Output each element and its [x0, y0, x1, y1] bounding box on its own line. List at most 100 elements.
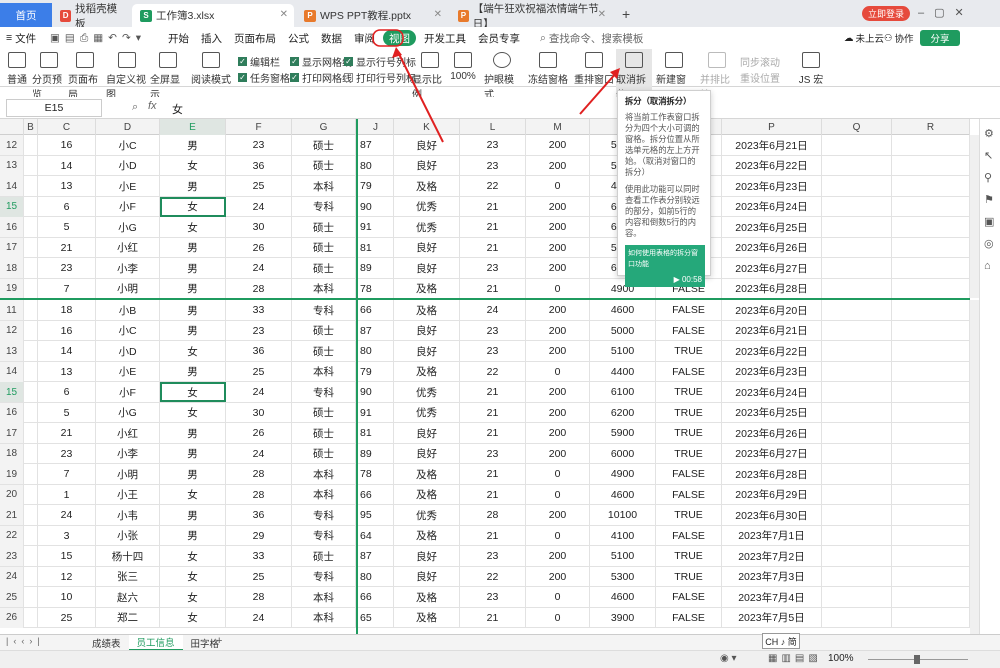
row-number[interactable]: 14 [0, 361, 24, 382]
cell-F[interactable]: 33 [226, 546, 292, 566]
cell-B[interactable] [24, 278, 38, 299]
zoom-slider-thumb[interactable] [914, 655, 920, 664]
cell-D[interactable]: 小G [96, 402, 160, 423]
cell-B[interactable] [24, 320, 38, 341]
cell-E[interactable]: 男 [160, 176, 226, 196]
cell-B[interactable] [24, 237, 38, 258]
cell-R[interactable] [892, 155, 970, 176]
cell-J[interactable]: 79 [358, 361, 394, 382]
cell-C[interactable]: 13 [38, 176, 96, 196]
zoom-level[interactable]: 100% [828, 653, 854, 664]
cell-M[interactable]: 0 [526, 176, 590, 196]
cell-P[interactable]: 2023年6月22日 [722, 155, 822, 176]
cell-F[interactable]: 24 [226, 196, 292, 217]
cell-J[interactable]: 65 [358, 607, 394, 628]
eye-status-icon[interactable]: ◉ ▾ [720, 653, 737, 664]
close-icon[interactable]: ✕ [280, 9, 288, 20]
cell-Q[interactable] [822, 361, 892, 382]
cell-C[interactable]: 13 [38, 361, 96, 382]
cell-M[interactable]: 200 [526, 258, 590, 278]
cell-B[interactable] [24, 361, 38, 382]
tab-ppt[interactable]: P WPS PPT教程.pptx ✕ [296, 4, 448, 27]
cell-B[interactable] [24, 258, 38, 278]
column-header-Q[interactable]: Q [822, 119, 892, 135]
cell-J[interactable]: 90 [358, 196, 394, 217]
cell-K[interactable]: 优秀 [394, 196, 460, 217]
cell-K[interactable]: 及格 [394, 607, 460, 628]
cell-F[interactable]: 36 [226, 505, 292, 525]
cell-M[interactable]: 0 [526, 525, 590, 546]
row-number[interactable]: 19 [0, 464, 24, 484]
cell-B[interactable] [24, 443, 38, 464]
cell-F[interactable]: 28 [226, 278, 292, 299]
cell-R[interactable] [892, 525, 970, 546]
cell-M[interactable]: 0 [526, 484, 590, 505]
cell-Q[interactable] [822, 258, 892, 278]
sheet-tab-0[interactable]: 成绩表 [84, 635, 129, 651]
cell-M[interactable]: 200 [526, 196, 590, 217]
cell-E[interactable]: 男 [160, 464, 226, 484]
cell-G[interactable]: 本科 [292, 484, 356, 505]
menu-tab-2[interactable]: 页面布局 [228, 27, 282, 49]
cell-F[interactable]: 28 [226, 484, 292, 505]
cell-E[interactable]: 男 [160, 320, 226, 341]
cell-D[interactable]: 小C [96, 320, 160, 341]
cell-D[interactable]: 小D [96, 155, 160, 176]
cell-B[interactable] [24, 525, 38, 546]
cell-B[interactable] [24, 155, 38, 176]
cell-R[interactable] [892, 607, 970, 628]
row-number[interactable]: 17 [0, 423, 24, 443]
cell-O[interactable]: TRUE [656, 443, 722, 464]
cell-C[interactable]: 6 [38, 196, 96, 217]
cell-O[interactable]: TRUE [656, 402, 722, 423]
cell-R[interactable] [892, 382, 970, 402]
cell-R[interactable] [892, 484, 970, 505]
menu-file[interactable]: ≡ 文件 [0, 27, 44, 49]
cell-R[interactable] [892, 587, 970, 607]
cell-E[interactable]: 男 [160, 278, 226, 299]
tab-home[interactable]: 首页 [0, 3, 52, 27]
cell-G[interactable]: 专科 [292, 382, 356, 402]
cell-L[interactable]: 22 [460, 566, 526, 587]
row-number[interactable]: 17 [0, 237, 24, 258]
row-number[interactable]: 13 [0, 155, 24, 176]
cell-B[interactable] [24, 546, 38, 566]
cell-J[interactable]: 80 [358, 341, 394, 361]
cell-O[interactable]: FALSE [656, 300, 722, 320]
cell-G[interactable]: 硕士 [292, 217, 356, 237]
login-button[interactable]: 立即登录 [862, 6, 910, 21]
cell-F[interactable]: 24 [226, 258, 292, 278]
cell-C[interactable]: 6 [38, 382, 96, 402]
column-header-F[interactable]: F [226, 119, 292, 135]
cell-C[interactable]: 7 [38, 464, 96, 484]
cell-O[interactable]: FALSE [656, 484, 722, 505]
cell-K[interactable]: 优秀 [394, 217, 460, 237]
cell-P[interactable]: 2023年6月30日 [722, 505, 822, 525]
cell-G[interactable]: 硕士 [292, 135, 356, 155]
cell-F[interactable]: 25 [226, 176, 292, 196]
cell-P[interactable]: 2023年6月27日 [722, 258, 822, 278]
cell-F[interactable]: 29 [226, 525, 292, 546]
sync-scroll-button[interactable]: 同步滚动 [740, 54, 780, 69]
cell-R[interactable] [892, 258, 970, 278]
cell-D[interactable]: 小韦 [96, 505, 160, 525]
cell-F[interactable]: 33 [226, 300, 292, 320]
cell-L[interactable]: 23 [460, 341, 526, 361]
cell-E[interactable]: 女 [160, 217, 226, 237]
cell-L[interactable]: 28 [460, 505, 526, 525]
menu-tab-4[interactable]: 数据 [315, 27, 348, 49]
cell-C[interactable]: 3 [38, 525, 96, 546]
cell-C[interactable]: 5 [38, 402, 96, 423]
cell-P[interactable]: 2023年7月3日 [722, 566, 822, 587]
cell-D[interactable]: 小E [96, 361, 160, 382]
cell-Q[interactable] [822, 587, 892, 607]
row-number[interactable]: 18 [0, 258, 24, 278]
cell-J[interactable]: 81 [358, 423, 394, 443]
cell-F[interactable]: 36 [226, 155, 292, 176]
sheet-tab-1[interactable]: 员工信息 [128, 635, 183, 651]
cell-P[interactable]: 2023年6月23日 [722, 176, 822, 196]
cell-K[interactable]: 良好 [394, 443, 460, 464]
cell-R[interactable] [892, 176, 970, 196]
column-header-K[interactable]: K [394, 119, 460, 135]
eye-mode-button[interactable]: 护眼模式 [484, 49, 520, 101]
